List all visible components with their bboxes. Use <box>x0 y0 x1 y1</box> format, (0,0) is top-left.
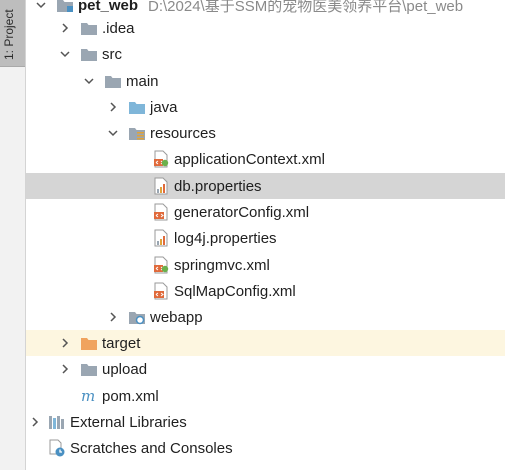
folder-icon <box>80 360 98 378</box>
tree-row-main[interactable]: main <box>26 68 505 94</box>
tree-label-root: pet_web <box>78 0 139 14</box>
properties-file-icon <box>152 229 170 247</box>
chevron-right-icon[interactable] <box>106 100 120 114</box>
tree-label-pom: pom.xml <box>102 387 159 405</box>
project-tool-window-strip: 1: Project <box>0 0 26 470</box>
chevron-right-icon[interactable] <box>58 21 72 35</box>
source-folder-icon <box>128 98 146 116</box>
tree-label-external-libraries: External Libraries <box>70 413 187 431</box>
tree-row-resources[interactable]: resources <box>26 120 505 146</box>
spring-xml-file-icon <box>152 150 170 168</box>
folder-icon <box>80 45 98 63</box>
tree-row-file[interactable]: log4j.properties <box>26 225 505 251</box>
tree-row-target[interactable]: target <box>26 330 505 356</box>
libraries-icon <box>48 413 66 431</box>
chevron-right-icon[interactable] <box>58 336 72 350</box>
tree-label-webapp: webapp <box>150 308 203 326</box>
tree-label-java: java <box>150 98 178 116</box>
tree-row-file-selected[interactable]: db.properties <box>26 173 505 199</box>
tree-label-upload: upload <box>102 360 148 378</box>
tree-label-scratches: Scratches and Consoles <box>70 439 233 457</box>
tree-label-src: src <box>102 45 122 63</box>
properties-file-icon <box>152 177 170 195</box>
tree-row-upload[interactable]: upload <box>26 356 505 382</box>
chevron-right-icon[interactable] <box>28 415 42 429</box>
chevron-down-icon[interactable] <box>58 47 72 61</box>
tree-label-file: generatorConfig.xml <box>174 203 310 221</box>
tree-row-file[interactable]: springmvc.xml <box>26 252 505 278</box>
tree-label-file: applicationContext.xml <box>174 150 325 168</box>
svg-text:m: m <box>81 388 95 404</box>
spring-xml-file-icon <box>152 256 170 274</box>
chevron-right-icon[interactable] <box>106 310 120 324</box>
project-tool-tab[interactable]: 1: Project <box>0 0 25 67</box>
tree-row-webapp[interactable]: webapp <box>26 304 505 330</box>
tree-root-path: D:\2024\基于SSM的宠物医美领养平台\pet_web <box>148 0 464 15</box>
tree-row-pom[interactable]: m pom.xml <box>26 383 505 409</box>
tree-row-java[interactable]: java <box>26 94 505 120</box>
tree-row-file[interactable]: generatorConfig.xml <box>26 199 505 225</box>
web-folder-icon <box>128 308 146 326</box>
tree-row-src[interactable]: src <box>26 41 505 67</box>
tree-label-file: db.properties <box>174 177 262 195</box>
chevron-down-icon[interactable] <box>82 74 96 88</box>
resources-folder-icon <box>128 124 146 142</box>
tree-label-file: SqlMapConfig.xml <box>174 282 296 300</box>
maven-icon: m <box>80 387 98 405</box>
project-tool-tab-label: 1: Project <box>2 9 16 60</box>
tree-row-external-libraries[interactable]: External Libraries <box>26 409 505 435</box>
module-folder-icon <box>56 0 74 14</box>
tree-row-file[interactable]: applicationContext.xml <box>26 146 505 172</box>
chevron-down-icon[interactable] <box>106 126 120 140</box>
tree-row-file[interactable]: SqlMapConfig.xml <box>26 278 505 304</box>
tree-label-file: log4j.properties <box>174 229 277 247</box>
chevron-right-icon[interactable] <box>58 362 72 376</box>
folder-icon <box>104 72 122 90</box>
excluded-folder-icon <box>80 334 98 352</box>
tree-label-idea: .idea <box>102 19 135 37</box>
xml-file-icon <box>152 203 170 221</box>
tree-label-target: target <box>102 334 141 352</box>
tree-label-resources: resources <box>150 124 216 142</box>
folder-icon <box>80 19 98 37</box>
tree-label-file: springmvc.xml <box>174 256 270 274</box>
tree-row-idea[interactable]: .idea <box>26 15 505 41</box>
project-tree: pet_web D:\2024\基于SSM的宠物医美领养平台\pet_web .… <box>26 0 505 470</box>
xml-file-icon <box>152 282 170 300</box>
chevron-down-icon[interactable] <box>34 0 48 12</box>
scratches-icon <box>48 439 66 457</box>
tree-row-scratches[interactable]: Scratches and Consoles <box>26 435 505 461</box>
tree-label-main: main <box>126 72 159 90</box>
